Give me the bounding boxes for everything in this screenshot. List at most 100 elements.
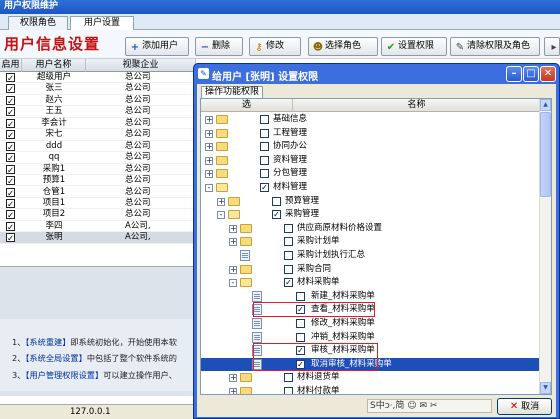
node-checkbox[interactable]	[296, 291, 305, 301]
expand-icon[interactable]: +	[205, 129, 213, 138]
node-checkbox[interactable]	[260, 142, 269, 152]
tree-node[interactable]: + 协同办公	[201, 140, 540, 154]
node-checkbox[interactable]	[284, 251, 293, 260]
tree-node[interactable]: + 预算管理	[201, 195, 540, 209]
tips-list: 1、【系统重建】即系统初始化，开始使用本软 2、【系统全局设置】中包括了整个软件…	[0, 319, 196, 391]
tree-node[interactable]: 新建_材料采购单	[201, 290, 540, 304]
column-name[interactable]: 名称	[293, 99, 540, 112]
cancel-button[interactable]: ✕ 取消	[497, 398, 552, 415]
expand-icon[interactable]: +	[229, 374, 237, 383]
add-user-button[interactable]: + 添加用户	[125, 37, 189, 56]
modify-button[interactable]: ⚷ 修改	[249, 37, 301, 56]
table-row[interactable]: ✓ 宋七 总公司	[0, 129, 196, 141]
scroll-down-arrow[interactable]: ▼	[540, 382, 551, 394]
table-row[interactable]: ✓ ddd 总公司	[0, 140, 196, 153]
table-row[interactable]: ✓ 张明 A公司,	[0, 232, 196, 244]
tree-node[interactable]: + 工程管理	[201, 127, 540, 141]
table-row[interactable]: ✓ 超级用户 总公司	[0, 72, 196, 84]
folder-icon	[228, 196, 240, 206]
more-button[interactable]: ▸	[544, 37, 560, 56]
node-checkbox[interactable]	[284, 264, 293, 274]
collapse-icon[interactable]: -	[229, 279, 237, 288]
tree-node[interactable]: + 供应商原材料价格设置	[201, 222, 540, 236]
table-row[interactable]: ✓ qq 总公司	[0, 152, 196, 164]
table-row[interactable]: ✓ 仓管1 总公司	[0, 187, 196, 198]
vertical-scrollbar[interactable]: ▲ ▼	[539, 99, 551, 394]
tree-node[interactable]: + 采购合同	[201, 263, 540, 277]
table-row[interactable]: ✓ 张三 总公司	[0, 83, 196, 95]
expand-icon[interactable]: +	[217, 197, 225, 206]
node-checkbox[interactable]: ✓	[260, 183, 269, 192]
folder-icon	[216, 155, 228, 165]
node-checkbox[interactable]	[284, 387, 293, 394]
tree-node[interactable]: + 资料管理	[201, 154, 540, 168]
node-checkbox[interactable]: ✓	[284, 278, 293, 288]
tip-item: 3、【用户管理权限设置】可以建立操作用户、	[12, 370, 177, 380]
minimize-button[interactable]: –	[506, 66, 522, 82]
expand-icon[interactable]: +	[229, 238, 237, 247]
expand-icon[interactable]: +	[229, 388, 237, 394]
tree-node[interactable]: 修改_材料采购单	[201, 317, 540, 331]
expand-icon[interactable]: +	[205, 170, 213, 179]
table-row[interactable]: ✓ 项目1 总公司	[0, 197, 196, 210]
node-checkbox[interactable]	[296, 319, 305, 328]
expand-icon[interactable]: +	[205, 143, 213, 152]
collapse-icon[interactable]: -	[217, 211, 225, 220]
table-row[interactable]: ✓ 项目2 总公司	[0, 209, 196, 221]
expand-icon[interactable]: +	[205, 156, 213, 165]
expand-icon[interactable]: +	[229, 224, 237, 233]
scroll-thumb[interactable]	[540, 112, 551, 197]
node-checkbox[interactable]	[272, 196, 281, 206]
column-company[interactable]: 视聚企业	[86, 59, 196, 72]
select-role-button[interactable]: ☻ 选择角色	[308, 37, 378, 56]
tree-node[interactable]: + 材料退货单	[201, 371, 540, 385]
table-row[interactable]: ✓ 王五 总公司	[0, 106, 196, 118]
clear-permission-role-button[interactable]: ✎ 清除权限及角色	[450, 37, 540, 56]
column-select[interactable]: 选	[201, 99, 293, 112]
tab-user-settings[interactable]: 用户设置	[70, 16, 134, 30]
app-title: 用户权限维护	[4, 1, 59, 11]
tree-node[interactable]: + 材料付款单	[201, 385, 540, 394]
node-checkbox[interactable]	[284, 223, 293, 233]
node-checkbox[interactable]	[284, 373, 293, 383]
node-checkbox[interactable]	[296, 332, 305, 342]
annotation-box-approve	[253, 343, 378, 372]
tab-permission-role[interactable]: 权限角色	[8, 16, 68, 30]
row-company: 总公司	[125, 186, 151, 197]
column-enabled[interactable]: 启用	[0, 59, 22, 72]
delete-button[interactable]: − 删除	[195, 37, 243, 56]
scroll-up-arrow[interactable]: ▲	[540, 99, 551, 111]
row-username: ddd	[45, 140, 63, 151]
ime-toolbar[interactable]: S中ↄ·,简 ☺ ✉ ✂	[367, 399, 492, 413]
tree-node[interactable]: - ✓ 材料管理	[201, 181, 540, 195]
row-username: 项目1	[42, 197, 66, 208]
tree-node[interactable]: + 分包管理	[201, 167, 540, 181]
tree-node[interactable]: + 采购计划单	[201, 235, 540, 249]
tree-node[interactable]: - ✓ 材料采购单	[201, 276, 540, 290]
node-checkbox[interactable]	[260, 169, 269, 179]
maximize-button[interactable]: □	[523, 66, 539, 82]
expand-icon[interactable]: +	[229, 265, 237, 274]
folder-icon	[216, 128, 228, 138]
node-checkbox[interactable]	[284, 237, 293, 247]
column-username[interactable]: 用户名称	[22, 59, 86, 72]
table-row[interactable]: ✓ 李会计 总公司	[0, 118, 196, 130]
table-row[interactable]: ✓ 预算1 总公司	[0, 175, 196, 187]
tree-node[interactable]: 冲销_材料采购单	[201, 331, 540, 345]
table-row[interactable]: ✓ 李四 A公司,	[0, 221, 196, 233]
node-checkbox[interactable]	[260, 128, 269, 138]
node-checkbox[interactable]: ✓	[272, 210, 281, 220]
table-row[interactable]: ✓ 赵六 总公司	[0, 95, 196, 107]
app-titlebar: 用户权限维护	[0, 0, 560, 14]
toolbar: 用户信息设置 + 添加用户 − 删除 ⚷ 修改 ☻ 选择角色 ✔ 设置权限 ✎ 清除权限及角…	[0, 30, 560, 59]
node-checkbox[interactable]	[260, 155, 269, 165]
table-row[interactable]: ✓ 采购1 总公司	[0, 164, 196, 176]
node-checkbox[interactable]	[260, 115, 269, 124]
collapse-icon[interactable]: -	[205, 184, 213, 192]
tree-node[interactable]: - ✓ 采购管理	[201, 208, 540, 222]
tree-node[interactable]: + 基础信息	[201, 113, 540, 127]
tree-node[interactable]: 采购计划执行汇总	[201, 249, 540, 263]
expand-icon[interactable]: +	[205, 116, 213, 124]
set-permission-button[interactable]: ✔ 设置权限	[381, 37, 447, 56]
close-button[interactable]: ✕	[540, 66, 556, 82]
